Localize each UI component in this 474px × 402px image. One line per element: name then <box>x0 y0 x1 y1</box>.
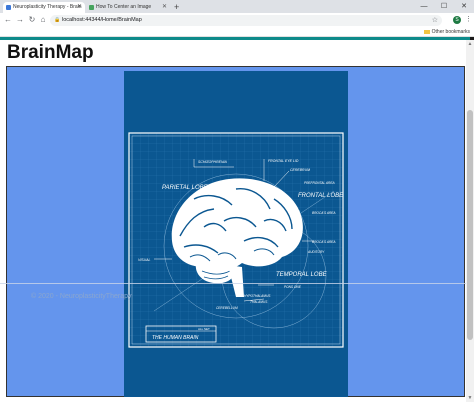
label-frontal-eye: FRONTAL EYE LID <box>268 159 299 163</box>
plate-title: THE HUMAN BRAIN <box>152 335 199 341</box>
minimize-button[interactable]: — <box>414 0 434 13</box>
plate-subtitle: ALL SET <box>198 327 210 331</box>
label-cerebrum: CEREBRUM <box>290 168 310 172</box>
footer-copyright: © 2020 - NeuroplasticityTherapy <box>31 293 132 300</box>
brain-map-panel: SCHIZOPHRENIA FRONTAL EYE LID CEREBRUM P… <box>6 66 465 397</box>
reload-button[interactable]: ↻ <box>27 15 37 25</box>
menu-icon[interactable]: ⋮ <box>465 15 472 25</box>
label-brocas-area-2: BROCA'S AREA <box>312 240 336 244</box>
back-button[interactable]: ← <box>3 15 13 25</box>
footer-divider <box>0 283 474 284</box>
site-navbar <box>0 37 474 40</box>
scroll-thumb[interactable] <box>467 110 473 340</box>
other-bookmarks-label: Other bookmarks <box>431 29 470 35</box>
label-schizophrenia: SCHIZOPHRENIA <box>198 160 227 164</box>
maximize-button[interactable]: ☐ <box>434 0 454 13</box>
scroll-up-icon[interactable]: ▲ <box>466 40 474 48</box>
favicon-icon <box>6 5 11 10</box>
bookmark-star-icon[interactable]: ☆ <box>432 15 438 26</box>
close-tab-icon[interactable]: ✕ <box>77 2 82 13</box>
label-cerebellum: CEREBELLUM <box>216 306 238 310</box>
label-auditory: AUDITORY <box>307 250 325 254</box>
home-button[interactable]: ⌂ <box>38 15 48 25</box>
tab-brainmap[interactable]: Neuroplasticity Therapy - Brain ✕ <box>3 2 85 13</box>
label-frontal-lobe: FRONTAL LOBE <box>298 193 344 199</box>
scroll-down-icon[interactable]: ▼ <box>466 394 474 402</box>
close-window-button[interactable]: ✕ <box>454 0 474 13</box>
folder-icon <box>423 29 430 34</box>
tab-strip: Neuroplasticity Therapy - Brain ✕ How To… <box>0 0 474 13</box>
new-tab-button[interactable]: + <box>174 1 179 13</box>
tab-center-image[interactable]: How To Center an Image ✕ <box>86 2 170 13</box>
brain-blueprint-svg: SCHIZOPHRENIA FRONTAL EYE LID CEREBRUM P… <box>128 132 344 348</box>
label-thalamus: THALAMUS <box>250 300 268 304</box>
profile-avatar[interactable]: S <box>453 16 461 24</box>
forward-button[interactable]: → <box>15 15 25 25</box>
close-tab-icon[interactable]: ✕ <box>162 2 167 13</box>
label-brocas-area: BROCA'S AREA <box>312 211 336 215</box>
label-hypothalamus: HYPOTHALAMUS <box>244 294 271 298</box>
url-text: localhost:44344/Home/BrainMap <box>62 17 142 23</box>
lock-icon: 🔒 <box>54 17 61 23</box>
brain-blueprint-image[interactable]: SCHIZOPHRENIA FRONTAL EYE LID CEREBRUM P… <box>124 71 348 397</box>
tab-label: Neuroplasticity Therapy - Brain <box>13 4 82 10</box>
page-scrollbar[interactable]: ▲ ▼ <box>466 40 474 402</box>
favicon-icon <box>89 5 94 10</box>
other-bookmarks-link[interactable]: Other bookmarks <box>423 28 470 37</box>
address-bar[interactable]: 🔒 localhost:44344/Home/BrainMap <box>50 15 442 26</box>
bookmarks-bar: Other bookmarks <box>0 28 474 37</box>
tab-label: How To Center an Image <box>96 4 152 10</box>
browser-toolbar: ← → ↻ ⌂ 🔒 localhost:44344/Home/BrainMap … <box>0 13 474 28</box>
label-parietal-lobe: PARIETAL LOBE <box>162 185 209 191</box>
label-prefrontal: PREFRONTAL AREA <box>304 181 335 185</box>
label-temporal-lobe: TEMPORAL LOBE <box>276 272 328 278</box>
label-pons: PONS ONE <box>284 285 302 289</box>
label-visual: VISUAL <box>138 258 151 262</box>
page-title: BrainMap <box>7 42 94 63</box>
navbar-accent <box>0 37 470 40</box>
